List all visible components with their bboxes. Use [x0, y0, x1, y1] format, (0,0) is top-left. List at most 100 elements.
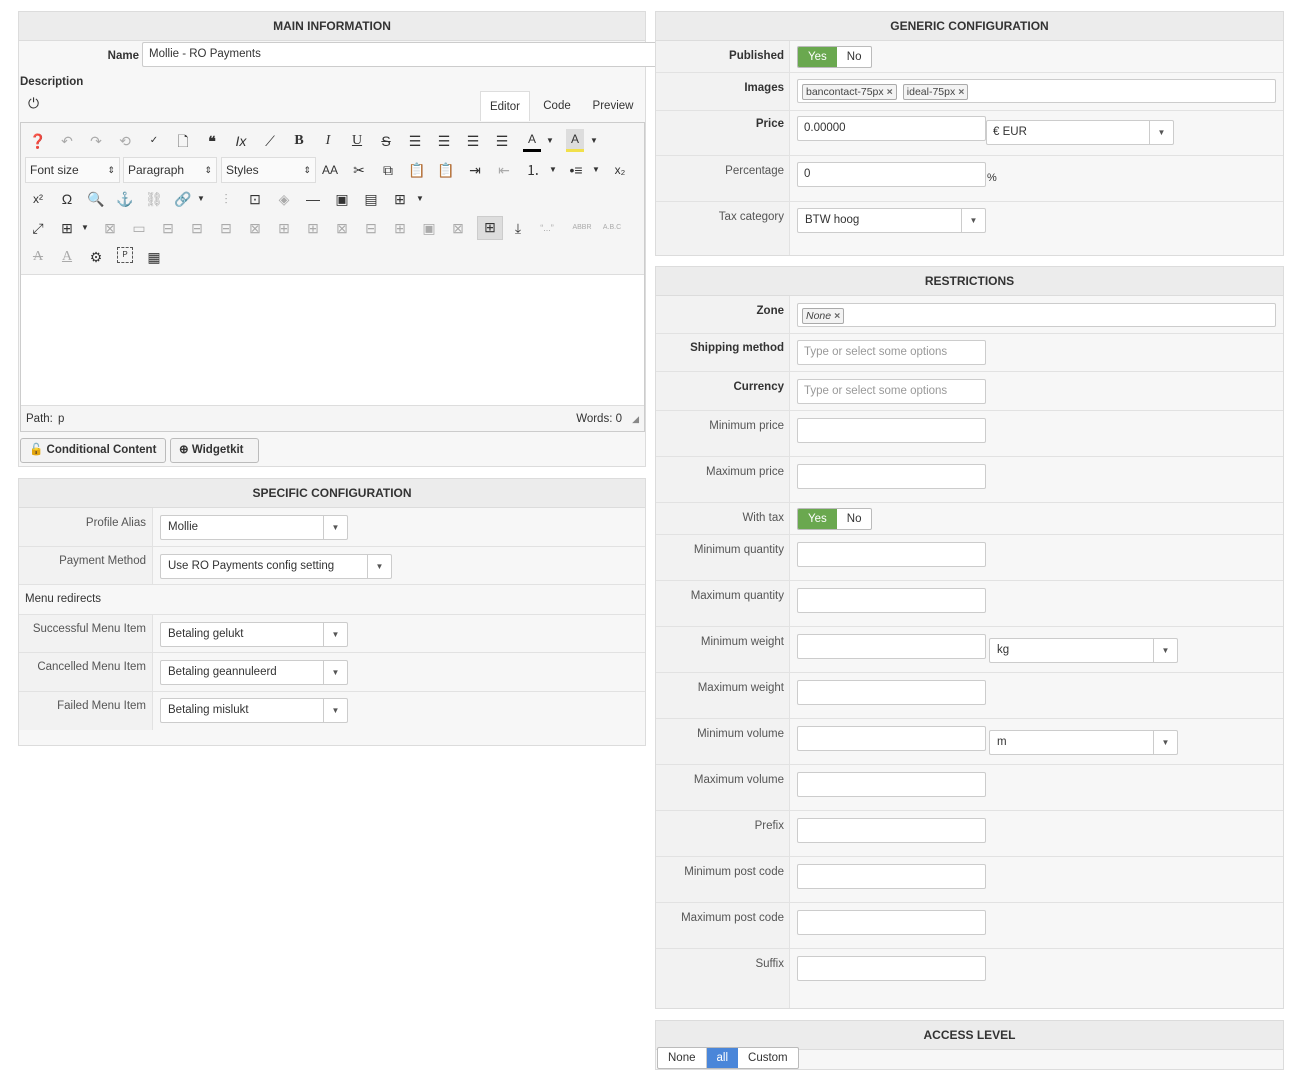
help-icon[interactable]: ❓ [27, 131, 49, 151]
failed-select[interactable]: Betaling mislukt ▼ [160, 698, 348, 723]
zone-multiselect[interactable]: None × [797, 303, 1276, 327]
conditional-content-button[interactable]: 🔓 Conditional Content [20, 438, 166, 463]
min-post-input[interactable] [797, 864, 986, 889]
split-cells-icon[interactable]: ⊟ [360, 218, 382, 238]
published-toggle[interactable]: Yes No [797, 46, 873, 68]
anchor-icon[interactable]: ⚓ [114, 189, 136, 209]
page-break-icon[interactable]: ⫶ [215, 189, 237, 209]
bullet-list-dropdown-icon[interactable]: ▼ [589, 160, 603, 180]
prefix-input[interactable] [797, 818, 986, 843]
copy-icon[interactable]: ⧉ [377, 160, 399, 180]
outdent-icon[interactable]: ⇤ [493, 160, 515, 180]
suffix-input[interactable] [797, 956, 986, 981]
cut-icon[interactable]: ✂ [348, 160, 370, 180]
paragraph-select[interactable]: Paragraph ⇕ [123, 157, 217, 183]
insert-row-before-icon[interactable]: ⊟ [186, 218, 208, 238]
max-weight-input[interactable] [797, 680, 986, 705]
delete-row-icon[interactable]: ⊠ [244, 218, 266, 238]
acronym-icon[interactable]: A.B.C [599, 218, 625, 238]
with-tax-no[interactable]: No [837, 509, 872, 529]
bullet-list-icon[interactable]: •≡ [565, 160, 587, 180]
merge-cells-icon[interactable]: ⊞ [389, 218, 411, 238]
power-icon[interactable]: ⏻ [28, 95, 39, 112]
table-dropdown-icon[interactable]: ▼ [78, 218, 92, 238]
table-delete-icon[interactable]: ⊠ [447, 218, 469, 238]
percentage-input[interactable]: 0 [797, 162, 986, 187]
table-icon[interactable]: ⊞ [56, 218, 78, 238]
insert-col-before-icon[interactable]: ⊞ [273, 218, 295, 238]
text-color-icon[interactable]: A [523, 129, 541, 152]
tax-category-select[interactable]: BTW hoog ▼ [797, 208, 986, 233]
path-value[interactable]: p [58, 406, 64, 432]
volume-unit-select[interactable]: m ▼ [989, 730, 1178, 755]
access-none[interactable]: None [658, 1048, 707, 1068]
text-color-dropdown-icon[interactable]: ▼ [543, 131, 557, 151]
max-price-input[interactable] [797, 464, 986, 489]
special-char-icon[interactable]: Ω [56, 189, 78, 209]
horizontal-rule-icon[interactable]: — [302, 189, 324, 209]
underline-a-icon[interactable]: A [56, 247, 78, 267]
delete-table-icon[interactable]: ⊠ [99, 218, 121, 238]
delete-col-icon[interactable]: ⊠ [331, 218, 353, 238]
undo-icon[interactable]: ↶ [56, 131, 78, 151]
name-input[interactable]: Mollie - RO Payments [142, 42, 657, 67]
min-volume-input[interactable] [797, 726, 986, 751]
row-props-icon[interactable]: ▭ [128, 218, 150, 238]
published-no[interactable]: No [837, 47, 872, 67]
font-size-toggle-icon[interactable]: AA [319, 160, 341, 180]
insert-icon[interactable]: ⤓ [507, 218, 529, 238]
image-icon[interactable]: ▣ [331, 189, 353, 209]
widget-icon[interactable]: ▦ [143, 247, 165, 267]
with-tax-toggle[interactable]: Yes No [797, 508, 873, 530]
paragraph-block-icon[interactable]: P [117, 247, 133, 263]
quote-icon[interactable]: “...” [536, 218, 558, 238]
currency-select[interactable]: € EUR ▼ [986, 120, 1174, 145]
numbered-list-dropdown-icon[interactable]: ▼ [546, 160, 560, 180]
insert-row-after-icon[interactable]: ⊟ [215, 218, 237, 238]
cancelled-select[interactable]: Betaling geannuleerd ▼ [160, 660, 348, 685]
align-center-icon[interactable]: ☰ [433, 131, 455, 151]
blockquote-icon[interactable]: ❝ [201, 131, 223, 151]
superscript-icon[interactable]: x² [27, 189, 49, 209]
min-weight-input[interactable] [797, 634, 986, 659]
max-qty-input[interactable] [797, 588, 986, 613]
currency-input[interactable]: Type or select some options [797, 379, 986, 404]
shipping-method-input[interactable]: Type or select some options [797, 340, 986, 365]
remove-icon[interactable]: × [958, 86, 964, 98]
link-dropdown-icon[interactable]: ▼ [194, 189, 208, 209]
align-left-icon[interactable]: ☰ [462, 131, 484, 151]
tab-preview[interactable]: Preview [587, 91, 639, 121]
max-volume-input[interactable] [797, 772, 986, 797]
images-multiselect[interactable]: bancontact-75px × ideal-75px × [797, 79, 1276, 103]
link-icon[interactable]: 🔗 [172, 189, 194, 209]
tab-editor[interactable]: Editor [480, 91, 530, 121]
successful-select[interactable]: Betaling gelukt ▼ [160, 622, 348, 647]
media-icon[interactable]: ◈ [273, 189, 295, 209]
spellcheck-icon[interactable]: ✓ [143, 131, 165, 151]
with-tax-yes[interactable]: Yes [798, 509, 837, 529]
document-icon[interactable]: ▤ [360, 189, 382, 209]
search-icon[interactable]: 🔍 [85, 189, 107, 209]
indent-icon[interactable]: ⇥ [464, 160, 486, 180]
styles-select[interactable]: Styles ⇕ [221, 157, 316, 183]
weight-unit-select[interactable]: kg ▼ [989, 638, 1178, 663]
min-qty-input[interactable] [797, 542, 986, 567]
new-document-icon[interactable]: 🗋 [172, 131, 194, 151]
price-input[interactable]: 0.00000 [797, 116, 986, 141]
strikethrough-icon[interactable]: S [375, 131, 397, 151]
background-color-icon[interactable]: A [566, 129, 584, 152]
remove-icon[interactable]: × [834, 310, 840, 322]
strike-a-icon[interactable]: A [27, 247, 49, 267]
unlink-icon[interactable]: ⛓ [143, 189, 165, 209]
gear-icon[interactable]: ⚙ [85, 247, 107, 267]
access-custom[interactable]: Custom [738, 1048, 798, 1068]
visual-aid-icon[interactable]: ⊞ [477, 216, 503, 240]
restore-icon[interactable]: ⟲ [114, 131, 136, 151]
abbr-icon[interactable]: ABBR [569, 218, 595, 238]
template-icon[interactable]: ⊡ [244, 189, 266, 209]
align-right-icon[interactable]: ☰ [491, 131, 513, 151]
layout-dropdown-icon[interactable]: ▼ [413, 189, 427, 209]
access-level-toggle[interactable]: None all Custom [657, 1047, 799, 1069]
access-all[interactable]: all [706, 1048, 739, 1068]
profile-alias-select[interactable]: Mollie ▼ [160, 515, 348, 540]
